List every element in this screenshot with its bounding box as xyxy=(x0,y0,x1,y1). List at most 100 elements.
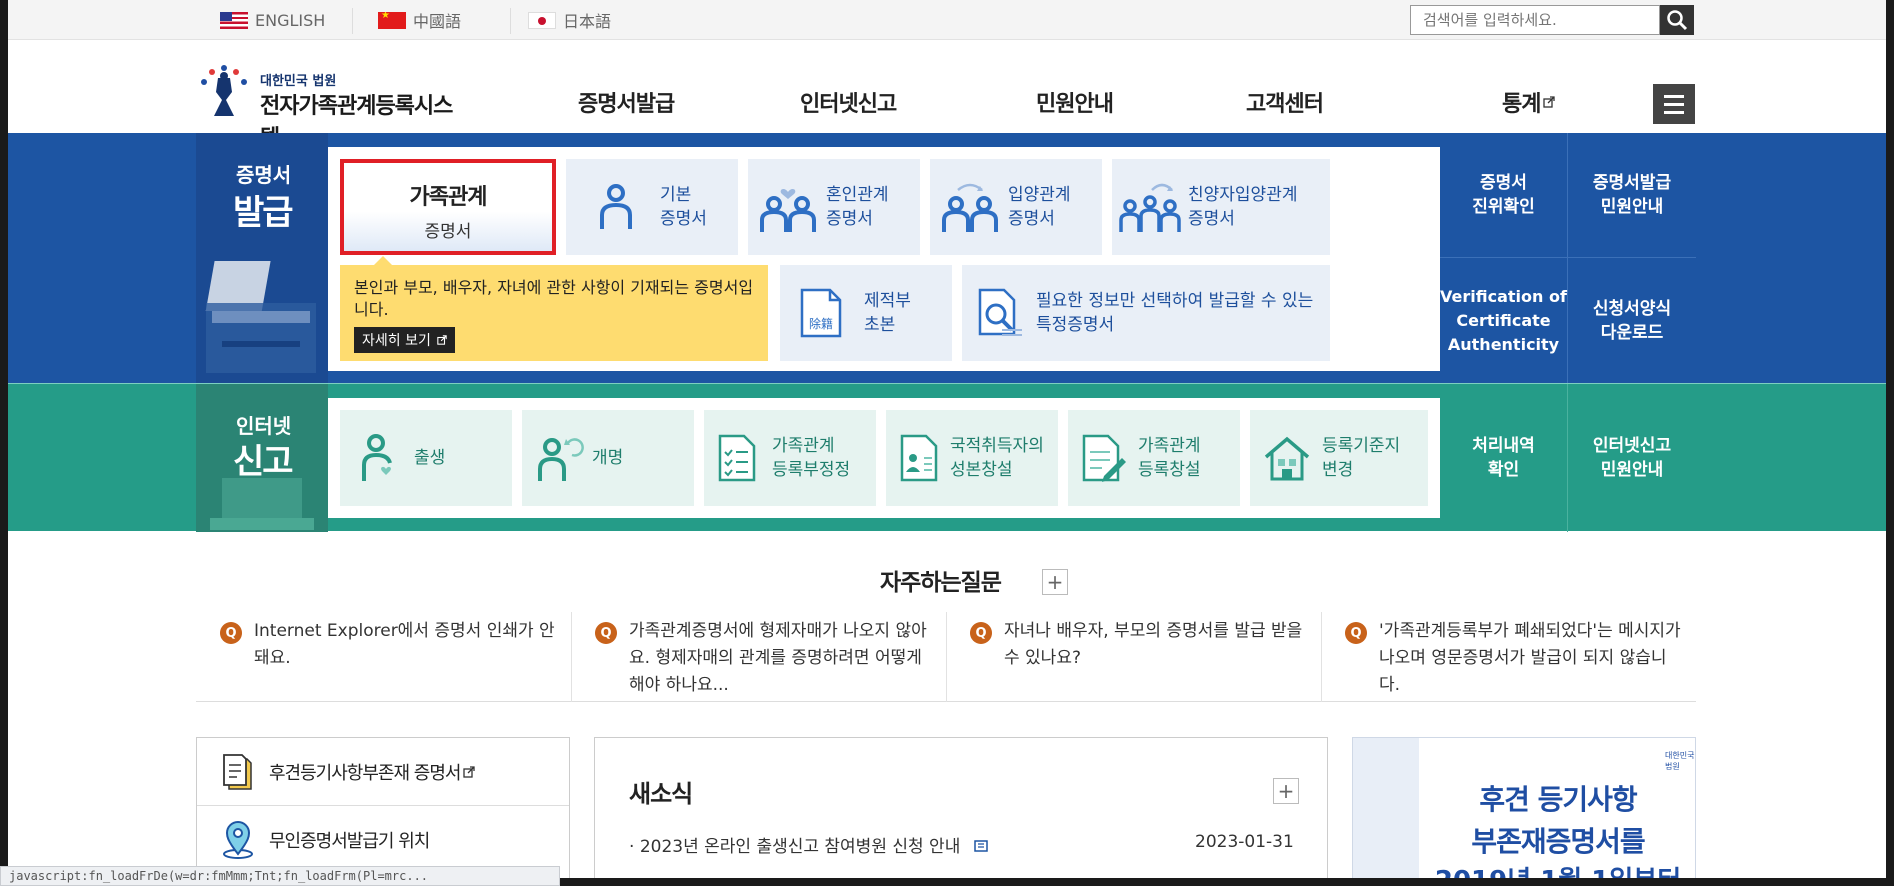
logo-subtitle: 대한민국 법원 xyxy=(260,74,337,89)
menu-button[interactable] xyxy=(1653,84,1695,124)
certificate-verification-link[interactable]: 증명서 진위확인 xyxy=(1440,133,1568,258)
report-civil-guide-link[interactable]: 인터넷신고민원안내 xyxy=(1568,384,1696,532)
naturalized-surname-tile[interactable]: 국적취득자의 성본창설 xyxy=(886,410,1058,506)
question-badge-icon: Q xyxy=(970,622,992,644)
tile-label: 개명 xyxy=(592,446,623,470)
verification-english-link[interactable]: Verification of Certificate Authenticity xyxy=(1440,258,1568,383)
side-link-line2: 진위확인 xyxy=(1472,197,1535,217)
faq-more-button[interactable]: + xyxy=(1042,569,1068,595)
tile-label: 기본 증명서 xyxy=(660,183,707,231)
quick-link-label: 후견등기사항부존재 증명서 xyxy=(269,762,461,784)
faq-question-text: '가족관계등록부가 폐쇄되었다'는 메시지가 나오며 영문증명서가 발급이 되지… xyxy=(1379,621,1681,695)
nav-internet-report[interactable]: 인터넷신고 xyxy=(800,86,897,118)
side-link-line2: 민원안내 xyxy=(1600,460,1664,480)
news-item-date: 2023-01-31 xyxy=(1195,832,1294,852)
laptop-illustration-icon xyxy=(210,478,314,530)
internet-report-section: 인터넷 신고 출생 개명 가족관계 등록부정정 국적취득자의 성본창설 가족관계… xyxy=(8,383,1886,532)
lang-chinese-link[interactable]: 中國語 xyxy=(378,8,461,32)
side-link-line1: 신청서양식 xyxy=(1592,298,1672,319)
search-input[interactable] xyxy=(1410,5,1660,35)
tile-label-line1: 혼인관계 xyxy=(826,185,889,205)
description-text: 본인과 부모, 배우자, 자녀에 관한 사항이 기재되는 증명서입니다. xyxy=(354,278,754,319)
processing-history-link[interactable]: 처리내역 확인 xyxy=(1440,384,1568,532)
form-download-link[interactable]: 신청서양식 다운로드 xyxy=(1568,258,1696,383)
faq-title: 자주하는질문 xyxy=(880,570,1002,596)
nav-statistics[interactable]: 통계 xyxy=(1502,86,1556,118)
tile-label-line1: 제적부 xyxy=(864,291,911,311)
tile-label: 가족관계 등록창설 xyxy=(1138,434,1201,482)
certificate-document-icon xyxy=(223,753,252,790)
site-logo[interactable]: 대한민국 법원 전자가족관계등록시스템 xyxy=(196,65,466,151)
side-link-label: 증명서발급 민원안내 xyxy=(1593,171,1671,219)
full-adoption-certificate-tile[interactable]: 친양자입양관계 증명서 xyxy=(1112,159,1330,255)
news-item[interactable]: · 2023년 온라인 출생신고 참여병원 신청 안내 xyxy=(629,832,988,857)
us-flag-icon xyxy=(220,11,248,29)
tile-label-line2: 증명서 xyxy=(826,209,873,229)
register-creation-tile[interactable]: 가족관계 등록창설 xyxy=(1068,410,1240,506)
banner-line3: 2019년 1월 1일부터 xyxy=(1419,860,1695,878)
adoption-icon xyxy=(942,183,998,232)
register-correction-tile[interactable]: 가족관계 등록부정정 xyxy=(704,410,876,506)
certificate-section-label: 증명서 발급 xyxy=(196,133,328,383)
quick-links-panel: 후견등기사항부존재 증명서 무인증명서발급기 위치 xyxy=(196,737,570,878)
faq-item[interactable]: Q 가족관계증명서에 형제자매가 나오지 않아요. 형제자매의 관계를 증명하려… xyxy=(595,618,935,699)
tile-label-line2: 증명서 xyxy=(1008,209,1055,229)
tile-label: 제적부 초본 xyxy=(864,289,911,337)
side-link-label: 증명서 진위확인 xyxy=(1472,171,1535,219)
tile-label-line1: 기본 xyxy=(660,185,692,205)
bullet-icon: · xyxy=(629,837,640,857)
external-link-icon xyxy=(437,335,448,345)
tile-label-line1: 친양자입양관계 xyxy=(1188,185,1298,205)
person-icon xyxy=(600,184,632,229)
side-link-line1: 인터넷신고 xyxy=(1592,436,1672,456)
side-link-line2: 확인 xyxy=(1487,460,1520,480)
nav-statistics-label: 통계 xyxy=(1502,92,1541,117)
specific-certificate-tile[interactable]: 필요한 정보만 선택하여 발급할 수 있는 특정증명서 xyxy=(962,265,1330,361)
view-details-button[interactable]: 자세히 보기 xyxy=(354,327,456,353)
court-seal-text: 대한민국 법원 xyxy=(1665,751,1695,771)
news-item-title: 2023년 온라인 출생신고 참여병원 신청 안내 xyxy=(639,837,961,857)
adoption-certificate-tile[interactable]: 입양관계 증명서 xyxy=(930,159,1102,255)
document-pen-icon xyxy=(1082,434,1126,482)
tile-label-line2: 특정증명서 xyxy=(1036,315,1115,335)
kiosk-location-link[interactable]: 무인증명서발급기 위치 xyxy=(197,806,569,874)
tile-label: 국적취득자의 성본창설 xyxy=(950,434,1044,482)
side-link-label: Verification of Certificate Authenticity xyxy=(1440,285,1567,357)
search-icon xyxy=(1667,10,1688,31)
external-link-icon xyxy=(1543,96,1556,108)
guardianship-certificate-link[interactable]: 후견등기사항부존재 증명서 xyxy=(197,738,569,806)
lang-japanese-link[interactable]: 日本語 xyxy=(528,8,611,32)
external-link-icon xyxy=(463,765,476,778)
tile-label: 가족관계 등록부정정 xyxy=(772,434,850,482)
faq-question-text: 자녀나 배우자, 부모의 증명서를 발급 받을 수 있나요? xyxy=(1004,621,1303,668)
quick-link-label: 무인증명서발급기 위치 xyxy=(269,831,430,852)
family-relation-certificate-tile[interactable]: 가족관계 증명서 xyxy=(340,159,556,255)
view-details-label: 자세히 보기 xyxy=(362,333,431,349)
news-more-button[interactable]: + xyxy=(1273,778,1299,804)
side-link-line2: 민원안내 xyxy=(1600,197,1664,217)
lang-label: 日本語 xyxy=(563,12,612,31)
removed-register-tile[interactable]: 除籍 제적부 초본 xyxy=(780,265,952,361)
faq-question-text: Internet Explorer에서 증명서 인쇄가 안돼요. xyxy=(254,621,555,668)
guardianship-banner[interactable]: 대한민국 법원 후견 등기사항 부존재증명서를 2019년 1월 1일부터 xyxy=(1352,737,1696,878)
faq-item[interactable]: Q 자녀나 배우자, 부모의 증명서를 발급 받을 수 있나요? xyxy=(970,618,1310,672)
tile-label-line2: 증명서 xyxy=(1188,209,1235,229)
nav-customer-center[interactable]: 고객센터 xyxy=(1246,86,1324,118)
certificate-civil-guide-link[interactable]: 증명서발급 민원안내 xyxy=(1568,133,1696,258)
name-change-tile[interactable]: 개명 xyxy=(522,410,694,506)
registration-base-change-tile[interactable]: 등록기준지 변경 xyxy=(1250,410,1428,506)
faq-item[interactable]: Q '가족관계등록부가 폐쇄되었다'는 메시지가 나오며 영문증명서가 발급이 … xyxy=(1345,618,1685,699)
marriage-certificate-tile[interactable]: 혼인관계 증명서 xyxy=(748,159,920,255)
faq-item[interactable]: Q Internet Explorer에서 증명서 인쇄가 안돼요. xyxy=(220,618,560,672)
browser-viewport: ENGLISH 中國語 日本語 xyxy=(8,0,1886,878)
lang-english-link[interactable]: ENGLISH xyxy=(220,8,325,32)
birth-report-tile[interactable]: 출생 xyxy=(340,410,512,506)
nav-civil-guide[interactable]: 민원안내 xyxy=(1036,86,1114,118)
house-icon xyxy=(1264,436,1310,481)
search-button[interactable] xyxy=(1660,5,1694,35)
basic-certificate-tile[interactable]: 기본 증명서 xyxy=(566,159,738,255)
site-header: 대한민국 법원 전자가족관계등록시스템 증명서발급 인터넷신고 민원안내 고객센… xyxy=(8,40,1886,151)
browser-status-bar: javascript:fn_loadFrDe(w=dr:fmMmm;Tnt;fn… xyxy=(0,866,560,886)
certificate-section: 증명서 발급 가족관계 증명서 기본 증명서 혼인관계 증명서 입양관계 증명서… xyxy=(8,133,1886,383)
nav-certificate[interactable]: 증명서발급 xyxy=(578,86,675,118)
